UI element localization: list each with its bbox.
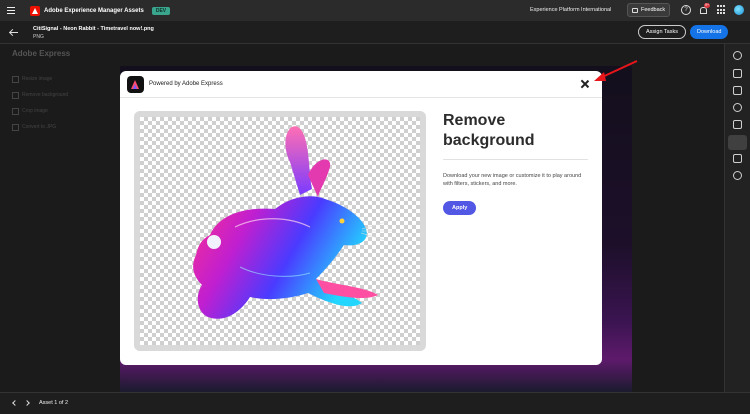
help-icon[interactable]: ? — [681, 5, 691, 15]
assign-tasks-button[interactable]: Assign Tasks — [638, 25, 686, 39]
download-button[interactable]: Download — [690, 25, 729, 39]
menu-item-crop[interactable]: Crop image — [12, 108, 68, 115]
environment-badge: DEV — [151, 6, 171, 15]
dialog-description: Download your new image or customize it … — [443, 173, 582, 187]
bottom-bar: Asset 1 of 2 — [0, 392, 750, 414]
menu-icon[interactable] — [0, 7, 22, 14]
divider — [443, 159, 588, 160]
top-bar: Adobe Experience Manager Assets DEV Expe… — [0, 0, 750, 21]
right-rail — [724, 44, 750, 392]
apply-button[interactable]: Apply — [443, 201, 477, 215]
adobe-logo[interactable] — [30, 5, 40, 16]
dialog-header: Powered by Adobe Express — [120, 71, 602, 98]
org-switcher[interactable]: Experience Platform International — [530, 7, 611, 13]
metadata-icon[interactable] — [733, 86, 742, 95]
apps-icon[interactable] — [717, 5, 727, 15]
app-title[interactable]: Adobe Experience Manager Assets — [44, 8, 144, 14]
adobe-express-logo-icon — [127, 76, 144, 93]
feedback-icon — [632, 7, 638, 13]
feedback-label: Feedback — [641, 7, 666, 13]
edit-tools-icon[interactable] — [728, 135, 747, 150]
next-asset-icon[interactable] — [24, 400, 30, 406]
adobe-express-panel-title: Adobe Express — [12, 49, 71, 58]
menu-item-convert[interactable]: Convert to JPG — [12, 124, 68, 131]
express-action-menu: Resize image Remove background Crop imag… — [12, 76, 68, 140]
history-icon[interactable] — [733, 103, 742, 112]
asset-file-type: PNG — [33, 34, 44, 40]
info-icon[interactable] — [733, 51, 742, 60]
close-icon[interactable] — [580, 79, 590, 89]
comments-icon[interactable] — [733, 69, 742, 78]
previous-asset-icon[interactable] — [12, 400, 18, 406]
menu-item-resize[interactable]: Resize image — [12, 76, 68, 83]
notification-badge: 9+ — [704, 3, 710, 8]
rabbit-image — [193, 126, 392, 319]
powered-by-label: Powered by Adobe Express — [149, 81, 223, 87]
asset-file-name: CitiSignal - Neon Rabbit - Timetravel no… — [33, 26, 154, 32]
image-canvas — [134, 111, 426, 351]
remove-background-dialog: Powered by Adobe Express Remove backgrou… — [120, 71, 602, 365]
avatar[interactable] — [734, 5, 744, 15]
feedback-button[interactable]: Feedback — [627, 3, 671, 17]
back-arrow-icon[interactable] — [10, 29, 18, 36]
renditions-icon[interactable] — [733, 120, 742, 129]
menu-item-remove-background[interactable]: Remove background — [12, 92, 68, 99]
versions-icon[interactable] — [733, 154, 742, 163]
dialog-title: Remove background — [443, 112, 535, 149]
asset-header: CitiSignal - Neon Rabbit - Timetravel no… — [0, 21, 750, 44]
link-icon[interactable] — [733, 171, 742, 180]
asset-counter: Asset 1 of 2 — [39, 400, 69, 406]
transparent-background — [140, 117, 420, 345]
